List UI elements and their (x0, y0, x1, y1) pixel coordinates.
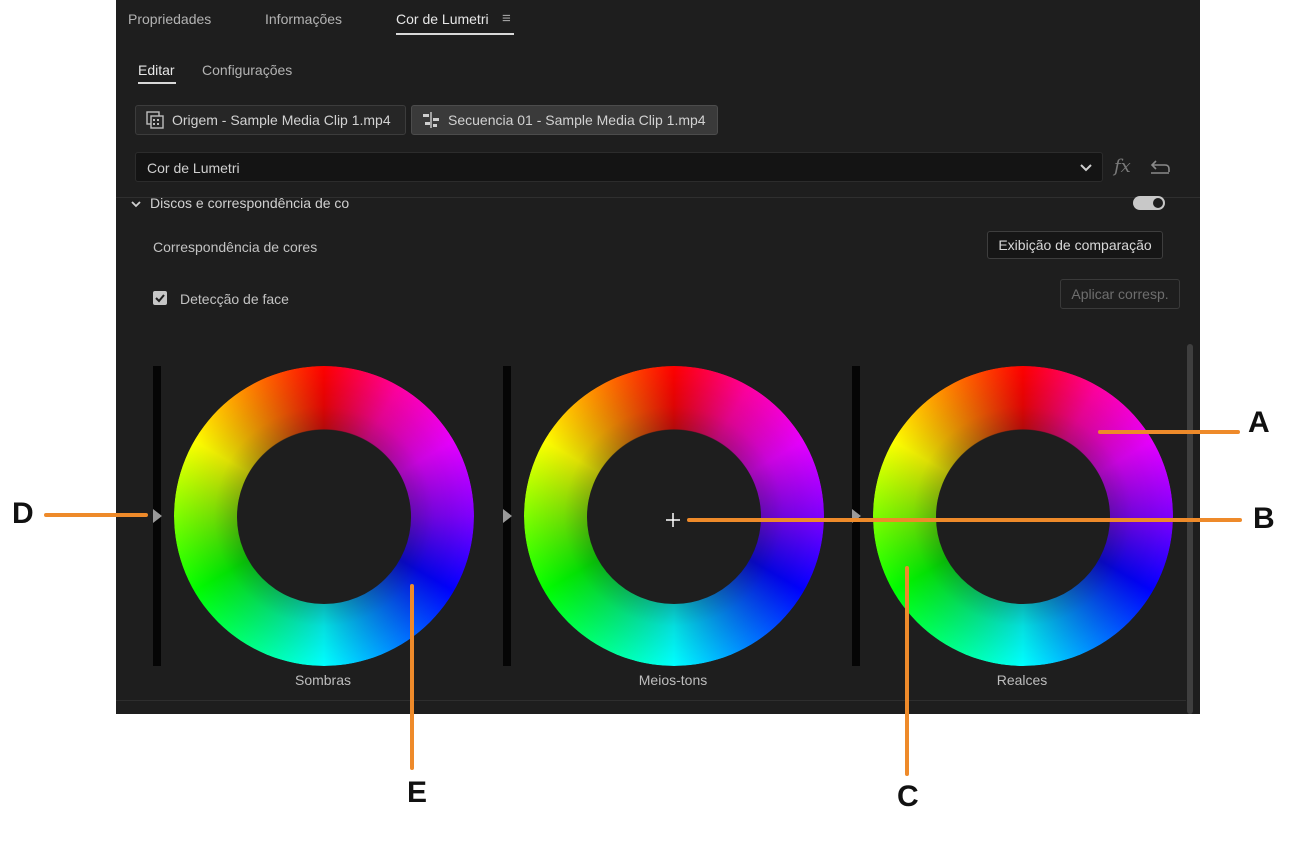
crosshair-icon[interactable] (665, 512, 681, 528)
panel-menu-icon[interactable]: ≡ (502, 10, 511, 27)
callout-e-letter: E (407, 776, 428, 809)
film-clip-icon (146, 111, 164, 129)
sequence-clip-label: Secuencia 01 - Sample Media Clip 1.mp4 (448, 112, 706, 128)
callout-c-line (905, 566, 909, 776)
panel-scrollbar[interactable] (1187, 344, 1193, 714)
highlights-wheel-center[interactable] (936, 430, 1110, 604)
comparison-view-button[interactable]: Exibição de comparação (987, 231, 1163, 259)
callout-e-line (410, 584, 414, 770)
tab-informacoes[interactable]: Informações (265, 11, 342, 27)
callout-a-line (1098, 430, 1240, 434)
shadows-slider-handle[interactable] (153, 509, 162, 523)
subtab-editar[interactable]: Editar (138, 62, 175, 78)
effect-dropdown[interactable]: Cor de Lumetri (135, 152, 1103, 182)
callout-b-letter: B (1253, 502, 1275, 535)
tab-propriedades[interactable]: Propriedades (128, 11, 211, 27)
source-clip-button[interactable]: Origem - Sample Media Clip 1.mp4 (135, 105, 406, 135)
midtones-label: Meios-tons (638, 672, 708, 688)
shadows-label: Sombras (294, 672, 352, 688)
midtones-slider-handle[interactable] (503, 509, 512, 523)
checkmark-icon (155, 294, 165, 303)
comparison-view-label: Exibição de comparação (998, 237, 1152, 253)
fx-icon[interactable]: fx (1114, 156, 1131, 177)
face-detection-label: Detecção de face (180, 291, 289, 307)
apply-match-button[interactable]: Aplicar corresp. (1060, 279, 1180, 309)
section-enable-toggle[interactable] (1133, 196, 1165, 210)
shadows-wheel-center[interactable] (237, 430, 411, 604)
highlights-label: Realces (996, 672, 1048, 688)
callout-d-line (44, 513, 148, 517)
callout-b-line (687, 518, 1242, 522)
callout-d-letter: D (12, 497, 34, 530)
chevron-down-icon (1080, 164, 1092, 172)
section-title: Discos e correspondência de co (150, 195, 350, 211)
bottom-divider (116, 700, 1186, 701)
sequence-icon (423, 112, 439, 128)
callout-a-letter: A (1248, 406, 1270, 439)
active-subtab-indicator (138, 82, 176, 84)
effect-dropdown-value: Cor de Lumetri (147, 160, 240, 176)
face-detection-checkbox[interactable] (153, 291, 167, 305)
chevron-down-icon (131, 201, 141, 208)
callout-c-letter: C (897, 780, 919, 813)
source-clip-label: Origem - Sample Media Clip 1.mp4 (172, 112, 391, 128)
active-tab-indicator (396, 33, 514, 35)
reset-icon[interactable] (1149, 159, 1171, 175)
color-match-label: Correspondência de cores (153, 239, 318, 255)
subtab-configuracoes[interactable]: Configurações (202, 62, 292, 78)
apply-match-label: Aplicar corresp. (1071, 286, 1169, 302)
section-header[interactable]: Discos e correspondência de co (130, 195, 349, 211)
sequence-clip-button[interactable]: Secuencia 01 - Sample Media Clip 1.mp4 (411, 105, 718, 135)
tab-cor-de-lumetri[interactable]: Cor de Lumetri (396, 11, 489, 27)
